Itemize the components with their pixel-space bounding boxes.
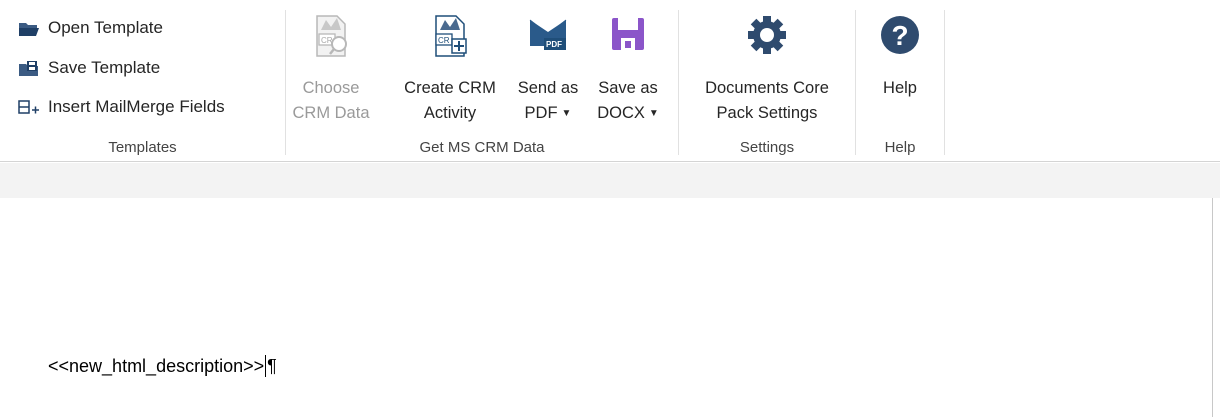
create-crm-activity-line1: Create CRM	[404, 79, 496, 97]
settings-group-label: Settings	[739, 139, 795, 156]
settings-group: Documents Core Pack Settings Settings	[679, 0, 855, 160]
mailmerge-field[interactable]: <<new_html_description>>	[48, 356, 264, 376]
crm-data-group-label: Get MS CRM Data	[419, 139, 545, 156]
insert-mailmerge-fields-button[interactable]: Insert MailMerge Fields	[18, 94, 225, 120]
svg-text:CR: CR	[438, 36, 450, 45]
send-as-pdf-line2-row: PDF ▼	[525, 101, 572, 126]
gear-icon	[747, 12, 787, 58]
ruler-band	[0, 163, 1220, 198]
choose-crm-data-icon: CR	[311, 12, 351, 58]
mailmerge-field-line[interactable]: <<new_html_description>> ¶	[48, 355, 277, 377]
templates-group: Open Template Save Template Insert MailM…	[0, 0, 285, 160]
dropdown-arrow-icon: ▼	[561, 108, 572, 119]
help-group: ? Help Help	[856, 0, 944, 160]
save-docx-icon	[608, 12, 648, 58]
help-button[interactable]: ? Help	[860, 12, 940, 101]
choose-crm-data-line1: Choose	[302, 79, 360, 97]
save-as-docx-line2: DOCX	[597, 104, 645, 122]
save-folder-icon	[18, 59, 40, 77]
paragraph-mark: ¶	[267, 356, 277, 376]
group-separator	[944, 10, 945, 155]
help-group-label: Help	[884, 139, 916, 156]
open-template-button[interactable]: Open Template	[18, 15, 163, 41]
choose-crm-data-button[interactable]: CR Choose CRM Data	[292, 12, 370, 126]
save-as-docx-line1: Save as	[598, 79, 658, 97]
templates-group-label: Templates	[108, 139, 177, 156]
save-as-docx-button[interactable]: Save as DOCX ▼	[590, 12, 666, 126]
settings-line1: Documents Core	[705, 79, 829, 97]
crm-data-group: CR Choose CRM Data CR Create CRM Activit…	[286, 0, 678, 160]
send-pdf-icon: PDF	[528, 12, 568, 58]
settings-line2: Pack Settings	[716, 104, 818, 122]
dropdown-arrow-icon: ▼	[648, 108, 659, 119]
create-crm-activity-icon: CR	[430, 12, 470, 58]
svg-text:PDF: PDF	[546, 40, 562, 49]
text-cursor	[265, 355, 267, 377]
save-as-docx-line2-row: DOCX ▼	[597, 101, 659, 126]
documents-core-pack-settings-button[interactable]: Documents Core Pack Settings	[683, 12, 851, 126]
folder-open-icon	[18, 19, 40, 37]
document-page[interactable]: <<new_html_description>> ¶	[0, 198, 1213, 417]
ribbon: Open Template Save Template Insert MailM…	[0, 0, 1220, 162]
document-area[interactable]: <<new_html_description>> ¶	[0, 198, 1220, 417]
open-template-label: Open Template	[48, 18, 163, 37]
help-question-icon: ?	[880, 12, 920, 58]
save-template-button[interactable]: Save Template	[18, 55, 160, 81]
send-as-pdf-line2: PDF	[524, 104, 558, 122]
help-label: Help	[883, 79, 917, 97]
choose-crm-data-line2: CRM Data	[292, 104, 370, 122]
create-crm-activity-line2: Activity	[423, 104, 477, 122]
svg-text:?: ?	[891, 20, 908, 51]
insert-mailmerge-fields-label: Insert MailMerge Fields	[48, 97, 225, 116]
send-as-pdf-button[interactable]: PDF Send as PDF ▼	[510, 12, 586, 126]
insert-fields-icon	[18, 98, 40, 116]
send-as-pdf-line1: Send as	[517, 79, 579, 97]
save-template-label: Save Template	[48, 58, 161, 77]
create-crm-activity-button[interactable]: CR Create CRM Activity	[394, 12, 506, 126]
